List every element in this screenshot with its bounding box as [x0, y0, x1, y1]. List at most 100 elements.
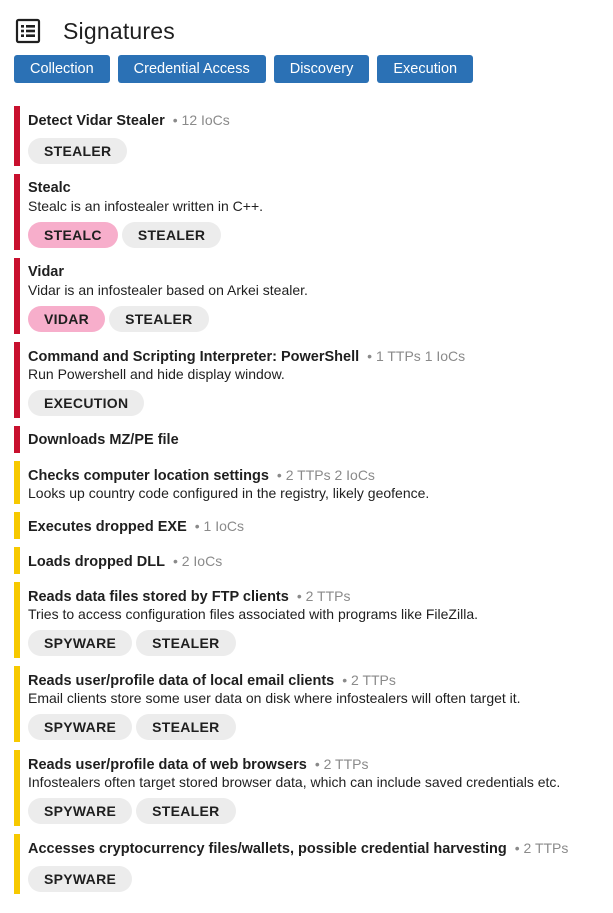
signature-meta-value: 2 TTPs — [323, 756, 369, 772]
bullet-separator: • — [276, 467, 286, 483]
signature-description: Vidar is an infostealer based on Arkei s… — [28, 282, 308, 298]
bullet-separator: • — [342, 672, 352, 688]
signature-header: Vidar — [28, 258, 609, 283]
signature-meta-value: 2 TTPs 2 IoCs — [285, 467, 375, 483]
severity-indicator — [14, 426, 20, 453]
signature-header: Detect Vidar Stealer • 12 IoCs — [28, 106, 609, 131]
signature-name: Executes dropped EXE — [28, 519, 187, 535]
bullet-separator: • — [514, 840, 524, 856]
signature-item[interactable]: Loads dropped DLL • 2 IoCs — [14, 547, 609, 574]
bullet-separator: • — [172, 112, 182, 128]
tactic-tabs: Collection Credential Access Discovery Exec… — [14, 55, 481, 83]
category-tag[interactable]: STEALER — [109, 306, 209, 332]
bullet-separator: • — [314, 756, 324, 772]
signature-header: Downloads MZ/PE file — [28, 426, 609, 451]
tag-group: EXECUTION — [28, 390, 609, 418]
severity-indicator — [14, 342, 20, 418]
signature-header: Executes dropped EXE • 1 IoCs — [28, 512, 609, 537]
category-tag[interactable]: STEALER — [136, 798, 236, 824]
category-tag[interactable]: SPYWARE — [28, 798, 133, 824]
signature-header: Stealc — [28, 174, 609, 199]
signature-name: Downloads MZ/PE file — [28, 432, 179, 448]
severity-indicator — [14, 834, 20, 894]
bullet-separator: • — [367, 348, 376, 364]
severity-indicator — [14, 461, 20, 504]
tag-group: STEALER — [28, 138, 609, 166]
signature-meta: • 1 IoCs — [195, 514, 244, 539]
family-tag[interactable]: VIDAR — [28, 306, 106, 332]
category-tag[interactable]: STEALER — [28, 138, 128, 164]
signature-meta: • 2 TTPs — [515, 836, 569, 861]
severity-indicator — [14, 750, 20, 826]
category-tag[interactable]: STEALER — [136, 630, 236, 656]
signature-item[interactable]: Downloads MZ/PE file — [14, 426, 609, 453]
bullet-separator: • — [194, 518, 204, 534]
signature-meta-value: 2 TTPs — [523, 840, 569, 856]
severity-indicator — [14, 106, 20, 166]
severity-indicator — [14, 582, 20, 658]
signature-header: Reads data files stored by FTP clients • … — [28, 582, 609, 607]
list-icon — [15, 18, 41, 44]
signature-name: Accesses cryptocurrency files/wallets, p… — [28, 841, 507, 857]
signature-header: Accesses cryptocurrency files/wallets, p… — [28, 834, 609, 859]
severity-indicator — [14, 258, 20, 334]
tag-group: STEALC STEALER — [28, 222, 609, 250]
signature-header: Command and Scripting Interpreter: Power… — [28, 342, 609, 367]
severity-indicator — [14, 547, 20, 574]
signature-meta: • 12 IoCs — [173, 108, 230, 133]
category-tag[interactable]: STEALER — [121, 222, 222, 248]
signature-item[interactable]: Detect Vidar Stealer • 12 IoCs STEALER — [14, 106, 609, 166]
signature-description: Looks up country code configured in the … — [28, 485, 430, 501]
signature-meta-value: 2 IoCs — [181, 553, 223, 569]
signature-item[interactable]: Command and Scripting Interpreter: Power… — [14, 342, 609, 418]
signature-description: Stealc is an infostealer written in C++. — [28, 198, 264, 214]
tag-group: SPYWARE — [28, 866, 609, 894]
tab-execution[interactable]: Execution — [377, 55, 474, 83]
signature-item[interactable]: Executes dropped EXE • 1 IoCs — [14, 512, 609, 539]
tag-group: VIDAR STEALER — [28, 306, 609, 334]
signature-name: Loads dropped DLL — [28, 554, 165, 570]
signature-meta-value: 12 IoCs — [181, 112, 230, 128]
family-tag[interactable]: STEALC — [28, 222, 118, 248]
signature-item[interactable]: Stealc Stealc is an infostealer written i… — [14, 174, 609, 250]
signature-item[interactable]: Checks computer location settings • 2 TTP… — [14, 461, 609, 504]
category-tag[interactable]: STEALER — [136, 714, 236, 740]
signature-description: Tries to access configuration files asso… — [28, 606, 478, 622]
signature-description: Email clients store some user data on di… — [28, 690, 521, 706]
signature-header: Reads user/profile data of web browsers •… — [28, 750, 609, 775]
tag-group: SPYWARE STEALER — [28, 630, 609, 658]
signature-meta-value: 1 TTPs 1 IoCs — [375, 348, 466, 364]
signature-meta-value: 1 IoCs — [203, 518, 245, 534]
tag-group: SPYWARE STEALER — [28, 798, 609, 826]
signature-item[interactable]: Reads user/profile data of web browsers •… — [14, 750, 609, 826]
page-header: Signatures — [15, 14, 175, 48]
signature-meta-value: 2 TTPs — [351, 672, 396, 688]
category-tag[interactable]: SPYWARE — [28, 866, 133, 892]
tab-discovery[interactable]: Discovery — [273, 55, 370, 83]
page-title: Signatures — [63, 17, 175, 44]
signature-header: Checks computer location settings • 2 TTP… — [28, 461, 609, 486]
signature-meta: • 2 IoCs — [173, 549, 222, 574]
bullet-separator: • — [296, 588, 306, 604]
tab-collection[interactable]: Collection — [14, 55, 110, 83]
signature-item[interactable]: Reads data files stored by FTP clients • … — [14, 582, 609, 658]
signature-header: Reads user/profile data of local email c… — [28, 666, 609, 691]
tag-group: SPYWARE STEALER — [28, 714, 609, 742]
signature-item[interactable]: Vidar Vidar is an infostealer based on Ar… — [14, 258, 609, 334]
signature-item[interactable]: Accesses cryptocurrency files/wallets, p… — [14, 834, 609, 894]
signature-description: Infostealers often target stored browser… — [28, 774, 561, 790]
category-tag[interactable]: SPYWARE — [28, 630, 133, 656]
bullet-separator: • — [172, 553, 182, 569]
signature-item[interactable]: Reads user/profile data of local email c… — [14, 666, 609, 742]
category-tag[interactable]: SPYWARE — [28, 714, 133, 740]
signature-meta-value: 2 TTPs — [305, 588, 351, 604]
tab-credential-access[interactable]: Credential Access — [117, 55, 266, 83]
category-tag[interactable]: EXECUTION — [28, 390, 145, 416]
signature-name: Detect Vidar Stealer — [28, 113, 165, 129]
severity-indicator — [14, 174, 20, 250]
signature-meta: • 1 TTPs 1 IoCs — [367, 344, 465, 369]
severity-indicator — [14, 512, 20, 539]
signature-header: Loads dropped DLL • 2 IoCs — [28, 547, 609, 572]
severity-indicator — [14, 666, 20, 742]
signature-list: Detect Vidar Stealer • 12 IoCs STEALER Stea… — [14, 106, 609, 902]
